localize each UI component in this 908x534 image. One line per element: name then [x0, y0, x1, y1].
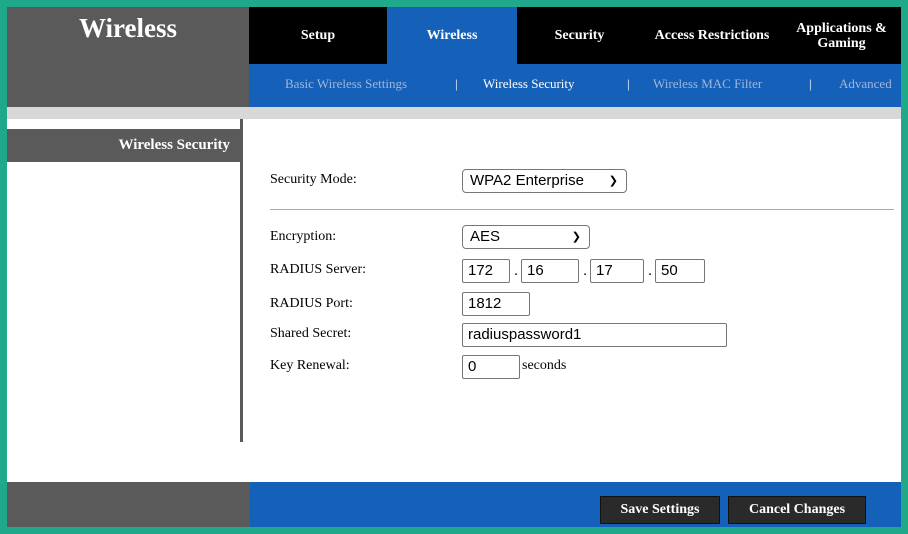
security-mode-select[interactable]: WPA2 Enterprise ❯ [462, 169, 627, 193]
subnav-separator: | [455, 76, 458, 91]
shared-secret-input[interactable]: radiuspassword1 [462, 323, 727, 347]
ip-dot: . [514, 262, 519, 279]
router-admin-page: Wireless Setup Wireless Security Access … [7, 7, 901, 527]
subnav-advanced[interactable]: Advanced [839, 76, 892, 92]
encryption-label: Encryption: [270, 229, 337, 244]
radius-server-octet-4[interactable]: 50 [655, 259, 705, 283]
shared-secret-label: Shared Secret: [270, 326, 352, 341]
tab-access-restrictions[interactable]: Access Restrictions [642, 7, 782, 64]
screenshot-frame: Wireless Setup Wireless Security Access … [0, 0, 908, 534]
encryption-value: AES [470, 228, 501, 245]
tab-security[interactable]: Security [517, 7, 642, 64]
radius-port-label: RADIUS Port: [270, 296, 353, 311]
subnav-separator: | [627, 76, 630, 91]
radius-server-octet-1[interactable]: 172 [462, 259, 510, 283]
main-tabs: Setup Wireless Security Access Restricti… [249, 7, 901, 64]
chevron-down-icon: ❯ [608, 175, 618, 187]
ip-dot: . [648, 262, 653, 279]
cancel-changes-button[interactable]: Cancel Changes [728, 496, 866, 524]
key-renewal-label: Key Renewal: [270, 358, 350, 373]
chevron-down-icon: ❯ [571, 231, 581, 243]
subnav-basic-wireless-settings[interactable]: Basic Wireless Settings [285, 76, 407, 92]
encryption-select[interactable]: AES ❯ [462, 225, 590, 249]
settings-form: Security Mode: WPA2 Enterprise ❯ Encrypt… [250, 119, 901, 482]
key-renewal-unit: seconds [522, 358, 567, 373]
save-settings-button[interactable]: Save Settings [600, 496, 720, 524]
radius-server-octet-3[interactable]: 17 [590, 259, 644, 283]
radius-port-input[interactable]: 1812 [462, 292, 530, 316]
security-mode-value: WPA2 Enterprise [470, 172, 584, 189]
footer-left-panel [7, 482, 250, 527]
security-mode-label: Security Mode: [270, 172, 357, 187]
footer-action-bar: Save Settings Cancel Changes [250, 482, 901, 527]
key-renewal-input[interactable]: 0 [462, 355, 520, 379]
page-section-title: Wireless [79, 13, 177, 43]
brand-panel: Wireless [7, 7, 249, 107]
sidebar-border [240, 119, 243, 442]
sidebar-heading: Wireless Security [7, 129, 240, 162]
subnav-wireless-security[interactable]: Wireless Security [483, 76, 575, 92]
subnav-separator: | [809, 76, 812, 91]
tab-applications-gaming[interactable]: Applications & Gaming [782, 7, 901, 64]
subnav-wireless-mac-filter[interactable]: Wireless MAC Filter [653, 76, 762, 92]
section-divider [270, 209, 894, 210]
tab-setup[interactable]: Setup [249, 7, 387, 64]
radius-server-label: RADIUS Server: [270, 262, 367, 277]
ip-dot: . [583, 262, 588, 279]
radius-server-octet-2[interactable]: 16 [521, 259, 579, 283]
sub-navigation: Basic Wireless Settings | Wireless Secur… [249, 64, 901, 107]
tab-wireless[interactable]: Wireless [387, 7, 517, 64]
header-divider-strip [7, 107, 901, 119]
